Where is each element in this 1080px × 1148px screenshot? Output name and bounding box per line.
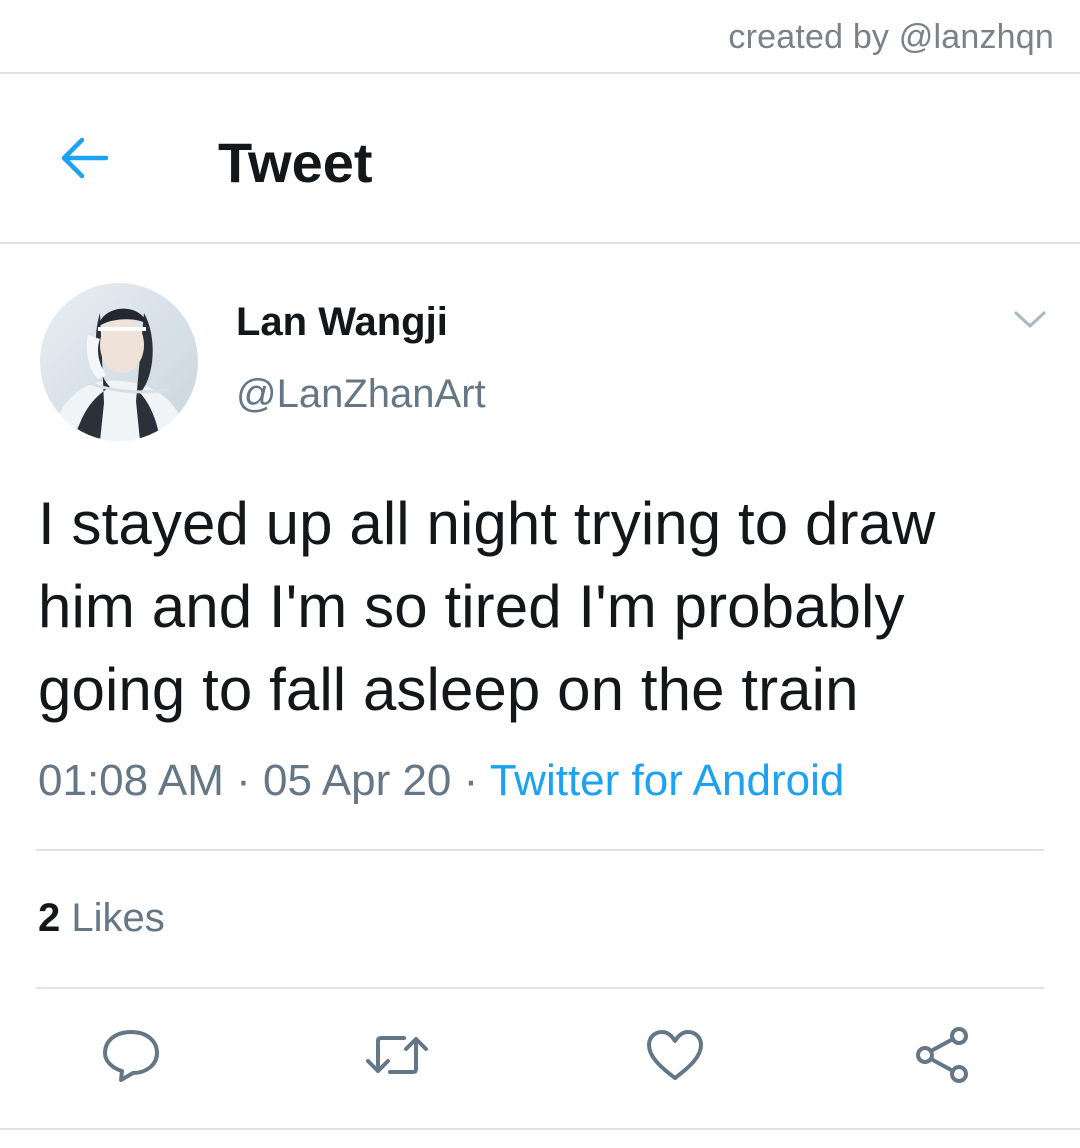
- author-handle[interactable]: @LanZhanArt: [236, 372, 486, 417]
- tweet-meta: 01:08 AM · 05 Apr 20 · Twitter for Andro…: [38, 756, 844, 806]
- avatar[interactable]: [40, 283, 198, 441]
- divider: [0, 242, 1080, 244]
- divider: [36, 987, 1044, 989]
- like-icon: [645, 1028, 705, 1087]
- divider: [0, 72, 1080, 74]
- reply-icon: [101, 1027, 161, 1088]
- tweet-date: 05 Apr 20: [263, 756, 452, 805]
- reply-button[interactable]: [96, 1024, 166, 1090]
- likes-label: Likes: [71, 896, 165, 940]
- likes-stat[interactable]: 2 Likes: [38, 896, 165, 941]
- tweet-text: I stayed up all night trying to draw him…: [38, 490, 936, 723]
- retweet-icon: [364, 1031, 430, 1084]
- likes-count: 2: [38, 896, 61, 940]
- tweet-source-link[interactable]: Twitter for Android: [490, 756, 845, 805]
- divider: [0, 1128, 1080, 1130]
- meta-separator: ·: [236, 756, 251, 805]
- arrow-left-icon: [58, 136, 110, 185]
- page-title: Tweet: [218, 131, 373, 194]
- tweet-time: 01:08 AM: [38, 756, 224, 805]
- share-button[interactable]: [908, 1024, 978, 1090]
- share-icon: [913, 1025, 973, 1090]
- more-options-button[interactable]: [1008, 304, 1052, 340]
- author-display-name[interactable]: Lan Wangji: [236, 300, 448, 345]
- back-button[interactable]: [54, 132, 114, 188]
- divider: [36, 849, 1044, 851]
- like-button[interactable]: [640, 1024, 710, 1090]
- retweet-button[interactable]: [362, 1024, 432, 1090]
- watermark-credit: created by @lanzhqn: [728, 18, 1054, 56]
- meta-separator: ·: [463, 756, 479, 805]
- chevron-down-icon: [1013, 310, 1047, 335]
